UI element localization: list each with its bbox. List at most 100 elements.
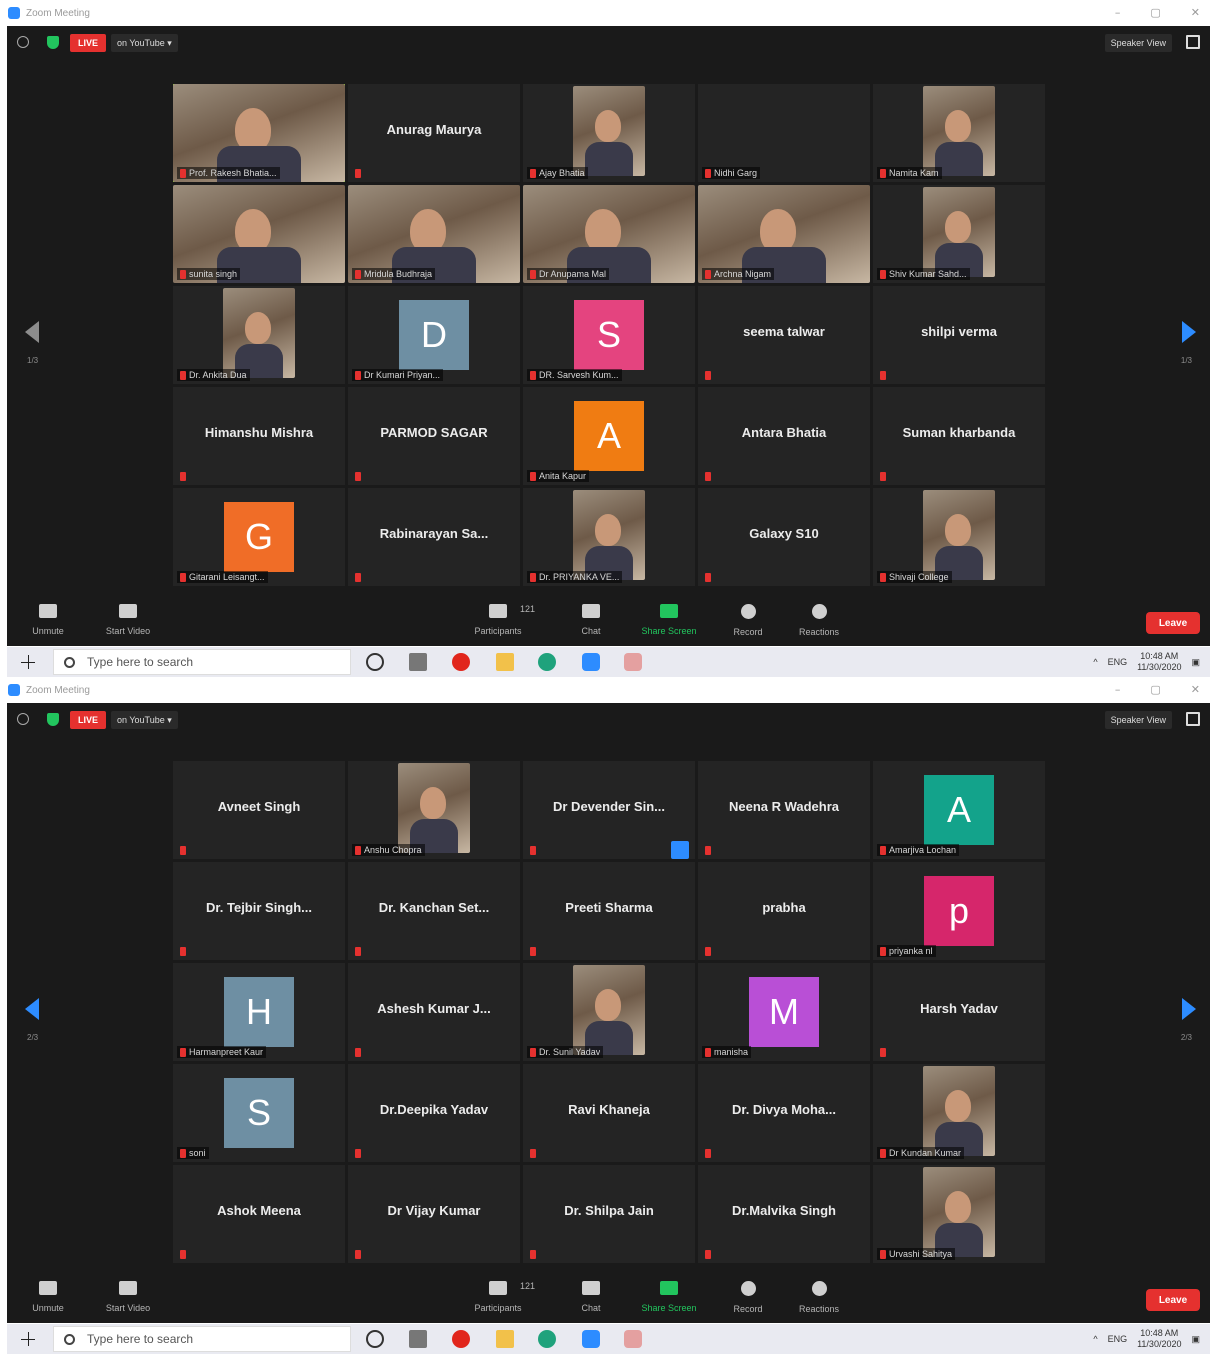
edge-icon[interactable] bbox=[538, 1330, 556, 1348]
fullscreen-icon[interactable] bbox=[1186, 712, 1200, 726]
reactions-button[interactable]: Reactions bbox=[784, 604, 854, 644]
participant-tile[interactable]: Prof. Rakesh Bhatia... bbox=[173, 84, 345, 182]
shield-icon[interactable] bbox=[47, 36, 59, 49]
participant-tile[interactable]: Ajay Bhatia bbox=[523, 84, 695, 182]
participant-tile[interactable]: A Anita Kapur bbox=[523, 387, 695, 485]
speaker-view-button[interactable]: Speaker View bbox=[1104, 34, 1172, 52]
next-page-arrow-icon[interactable] bbox=[1182, 321, 1196, 343]
participant-tile[interactable]: Dr. Kanchan Set... bbox=[348, 862, 520, 960]
participant-tile[interactable]: Anurag Maurya bbox=[348, 84, 520, 182]
participant-tile[interactable]: D Dr Kumari Priyan... bbox=[348, 286, 520, 384]
leave-button[interactable]: Leave bbox=[1146, 612, 1200, 634]
file-explorer-icon[interactable] bbox=[496, 1330, 514, 1348]
language-indicator[interactable]: ENG bbox=[1108, 1334, 1128, 1344]
participant-tile[interactable]: G Gitarani Leisangt... bbox=[173, 488, 345, 586]
participant-tile[interactable]: Dr.Deepika Yadav bbox=[348, 1064, 520, 1162]
live-badge[interactable]: LIVE bbox=[70, 711, 106, 729]
participant-tile[interactable]: A Amarjiva Lochan bbox=[873, 761, 1045, 859]
participant-tile[interactable]: Dr. Shilpa Jain bbox=[523, 1165, 695, 1263]
close-button[interactable]: ✕ bbox=[1191, 6, 1200, 19]
fullscreen-icon[interactable] bbox=[1186, 35, 1200, 49]
chevron-up-icon[interactable]: ^ bbox=[1093, 657, 1097, 667]
participant-tile[interactable]: Dr. Tejbir Singh... bbox=[173, 862, 345, 960]
record-button[interactable]: Record bbox=[713, 604, 783, 644]
participant-tile[interactable]: Antara Bhatia bbox=[698, 387, 870, 485]
participant-tile[interactable]: Nidhi Garg bbox=[698, 84, 870, 182]
participant-tile[interactable]: Dr. Sunil Yadav bbox=[523, 963, 695, 1061]
participant-tile[interactable]: Shiv Kumar Sahd... bbox=[873, 185, 1045, 283]
participant-tile[interactable]: Namita Kam bbox=[873, 84, 1045, 182]
notification-icon[interactable]: ▣ bbox=[1191, 657, 1200, 668]
previous-page-arrow-icon[interactable] bbox=[25, 321, 39, 343]
participant-tile[interactable]: Dr.Malvika Singh bbox=[698, 1165, 870, 1263]
opera-icon[interactable] bbox=[452, 1330, 470, 1348]
language-indicator[interactable]: ENG bbox=[1108, 657, 1128, 667]
reactions-button[interactable]: Reactions bbox=[784, 1281, 854, 1321]
participant-tile[interactable]: Neena R Wadehra bbox=[698, 761, 870, 859]
paint-icon[interactable] bbox=[624, 653, 642, 671]
shield-icon[interactable] bbox=[47, 713, 59, 726]
participant-tile[interactable]: Ravi Khaneja bbox=[523, 1064, 695, 1162]
previous-page-arrow-icon[interactable] bbox=[25, 998, 39, 1020]
close-button[interactable]: ✕ bbox=[1191, 683, 1200, 696]
participant-tile[interactable]: H Harmanpreet Kaur bbox=[173, 963, 345, 1061]
participant-tile[interactable]: shilpi verma bbox=[873, 286, 1045, 384]
participant-tile[interactable]: prabha bbox=[698, 862, 870, 960]
info-icon[interactable] bbox=[17, 713, 29, 725]
edge-icon[interactable] bbox=[538, 653, 556, 671]
chat-button[interactable]: Chat bbox=[556, 1281, 626, 1321]
participant-tile[interactable]: Ssoni bbox=[173, 1064, 345, 1162]
unmute-button[interactable]: Unmute bbox=[13, 604, 83, 644]
youtube-stream-dropdown[interactable]: on YouTube ▾ bbox=[111, 711, 178, 729]
participant-tile[interactable]: Preeti Sharma bbox=[523, 862, 695, 960]
speaker-view-button[interactable]: Speaker View bbox=[1104, 711, 1172, 729]
file-explorer-icon[interactable] bbox=[496, 653, 514, 671]
participant-tile[interactable]: seema talwar bbox=[698, 286, 870, 384]
live-badge[interactable]: LIVE bbox=[70, 34, 106, 52]
participant-tile[interactable]: Anshu Chopra bbox=[348, 761, 520, 859]
record-button[interactable]: Record bbox=[713, 1281, 783, 1321]
participant-tile[interactable]: Dr. Divya Moha... bbox=[698, 1064, 870, 1162]
clock[interactable]: 10:48 AM 11/30/2020 bbox=[1137, 651, 1181, 673]
maximize-button[interactable]: ▢ bbox=[1150, 6, 1160, 19]
participant-tile[interactable]: Dr Vijay Kumar bbox=[348, 1165, 520, 1263]
participant-tile[interactable]: Avneet Singh bbox=[173, 761, 345, 859]
participant-tile[interactable]: Dr. Ankita Dua bbox=[173, 286, 345, 384]
participant-tile[interactable]: p priyanka nl bbox=[873, 862, 1045, 960]
zoom-taskbar-icon[interactable] bbox=[582, 1330, 600, 1348]
participant-tile[interactable]: PARMOD SAGAR bbox=[348, 387, 520, 485]
participant-tile[interactable]: Archna Nigam bbox=[698, 185, 870, 283]
cortana-icon[interactable] bbox=[366, 653, 384, 671]
participant-tile[interactable]: Dr Anupama Mal bbox=[523, 185, 695, 283]
participant-tile[interactable]: Mmanisha bbox=[698, 963, 870, 1061]
participant-tile[interactable]: Suman kharbanda bbox=[873, 387, 1045, 485]
participant-tile[interactable]: Urvashi Sahitya bbox=[873, 1165, 1045, 1263]
unmute-button[interactable]: Unmute bbox=[13, 1281, 83, 1321]
paint-icon[interactable] bbox=[624, 1330, 642, 1348]
next-page-arrow-icon[interactable] bbox=[1182, 998, 1196, 1020]
zoom-taskbar-icon[interactable] bbox=[582, 653, 600, 671]
participant-tile[interactable]: Rabinarayan Sa... bbox=[348, 488, 520, 586]
maximize-button[interactable]: ▢ bbox=[1150, 683, 1160, 696]
task-view-icon[interactable] bbox=[409, 653, 427, 671]
leave-button[interactable]: Leave bbox=[1146, 1289, 1200, 1311]
windows-start-icon[interactable] bbox=[21, 1332, 35, 1346]
start-video-button[interactable]: Start Video bbox=[93, 604, 163, 644]
share-screen-button[interactable]: Share Screen bbox=[634, 1281, 704, 1321]
participant-tile[interactable]: Ashok Meena bbox=[173, 1165, 345, 1263]
participant-tile[interactable]: S DR. Sarvesh Kum... bbox=[523, 286, 695, 384]
participant-tile[interactable]: Harsh Yadav bbox=[873, 963, 1045, 1061]
participant-tile[interactable]: Galaxy S10 bbox=[698, 488, 870, 586]
minimize-button[interactable]: – bbox=[1115, 6, 1121, 19]
participant-tile[interactable]: Mridula Budhraja bbox=[348, 185, 520, 283]
opera-icon[interactable] bbox=[452, 653, 470, 671]
chevron-up-icon[interactable]: ^ bbox=[1093, 1334, 1097, 1344]
participant-tile[interactable]: Dr. PRIYANKA VE... bbox=[523, 488, 695, 586]
taskbar-search-box[interactable]: Type here to search bbox=[53, 649, 351, 675]
info-icon[interactable] bbox=[17, 36, 29, 48]
participant-tile[interactable]: Shivaji College bbox=[873, 488, 1045, 586]
notification-icon[interactable]: ▣ bbox=[1191, 1334, 1200, 1345]
participant-tile[interactable]: Ashesh Kumar J... bbox=[348, 963, 520, 1061]
participant-tile[interactable]: Dr Devender Sin... bbox=[523, 761, 695, 859]
participant-tile[interactable]: Himanshu Mishra bbox=[173, 387, 345, 485]
